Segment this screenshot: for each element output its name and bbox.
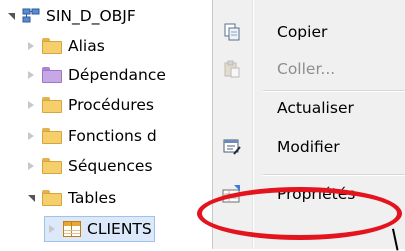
- folder-icon: [42, 158, 62, 174]
- folder-icon: [42, 67, 62, 83]
- expand-arrow-icon[interactable]: [45, 222, 59, 236]
- tree-node-label: CLIENTS: [87, 220, 152, 238]
- tree-node-fonctions[interactable]: Fonctions d: [24, 124, 157, 148]
- folder-icon: [42, 38, 62, 54]
- tree-node-sequences[interactable]: Séquences: [24, 154, 153, 178]
- menu-separator: [263, 174, 405, 176]
- menu-item-actualiser[interactable]: Actualiser: [213, 92, 405, 124]
- menu-item-copier[interactable]: Copier: [213, 16, 405, 48]
- table-icon: [63, 221, 81, 237]
- tree-node-tables[interactable]: Tables: [24, 186, 116, 210]
- tree-node-label: Procédures: [68, 96, 154, 114]
- folder-icon: [42, 128, 62, 144]
- menu-item-coller[interactable]: Coller...: [213, 53, 405, 85]
- tree-node-label: Alias: [68, 37, 105, 55]
- tree-node-label: Tables: [68, 189, 117, 207]
- tree-node-label: Fonctions d: [68, 127, 157, 145]
- expand-arrow-icon[interactable]: [24, 98, 38, 112]
- collapse-arrow-icon[interactable]: [4, 9, 18, 23]
- copy-icon: [213, 23, 251, 41]
- menu-item-label: Copier: [277, 23, 328, 41]
- collapse-arrow-icon[interactable]: [24, 191, 38, 205]
- database-schema-icon: [22, 8, 40, 24]
- expand-arrow-icon[interactable]: [24, 129, 38, 143]
- menu-item-label: Coller...: [277, 60, 336, 78]
- menu-item-modifier[interactable]: Modifier: [213, 131, 405, 163]
- expand-arrow-icon[interactable]: [24, 68, 38, 82]
- menu-item-label: Actualiser: [277, 99, 354, 117]
- tree-node-label: SIN_D_OBJF: [46, 7, 136, 25]
- menu-item-label: Modifier: [277, 138, 340, 156]
- tree-node-dependances[interactable]: Dépendance: [24, 63, 166, 87]
- folder-icon: [42, 97, 62, 113]
- folder-icon: [42, 190, 62, 206]
- edit-icon: [213, 138, 251, 156]
- tree-node-alias[interactable]: Alias: [24, 34, 105, 58]
- highlight-ellipse: [197, 187, 402, 240]
- tree-node-clients[interactable]: CLIENTS: [44, 216, 155, 242]
- expand-arrow-icon[interactable]: [24, 39, 38, 53]
- tree-node-label: Dépendance: [68, 66, 166, 84]
- tree-node-root[interactable]: SIN_D_OBJF: [4, 4, 136, 28]
- expand-arrow-icon[interactable]: [24, 159, 38, 173]
- tree-node-label: Séquences: [68, 157, 153, 175]
- tree-node-procedures[interactable]: Procédures: [24, 93, 154, 117]
- paste-icon: [213, 60, 251, 78]
